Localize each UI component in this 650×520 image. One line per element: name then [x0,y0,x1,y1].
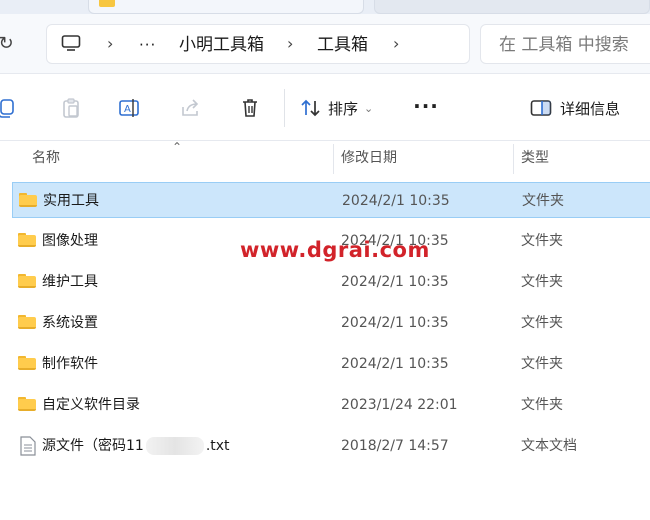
file-name: 系统设置 [42,315,98,331]
redacted-blur [145,437,204,455]
folder-icon [18,397,36,411]
details-pane-icon [530,100,552,116]
breadcrumb-item-toolbox[interactable]: 工具箱 [317,25,368,65]
file-type: 文件夹 [521,315,563,331]
file-date: 2024/2/1 10:35 [341,356,449,372]
file-date: 2024/2/1 10:35 [342,193,450,209]
text-file-icon [20,436,36,456]
file-name-prefix: 源文件（密码11 [42,438,144,454]
details-pane-button[interactable]: 详细信息 [530,93,620,123]
file-type: 文件夹 [521,233,563,249]
column-headers: ⌃ 名称 修改日期 类型 [0,140,650,174]
file-name: 实用工具 [43,193,99,209]
svg-text:A: A [124,104,131,115]
list-item[interactable]: 制作软件 2024/2/1 10:35 文件夹 [12,346,650,382]
column-divider[interactable] [333,144,334,174]
sort-label: 排序 [328,99,359,118]
sort-icon [301,99,320,117]
list-item[interactable]: 自定义软件目录 2023/1/24 22:01 文件夹 [12,387,650,423]
search-input[interactable]: 在 工具箱 中搜索 [480,24,650,64]
file-name: 制作软件 [42,356,98,372]
file-name: 源文件（密码11 .txt [42,428,230,464]
file-type: 文件夹 [522,193,564,209]
file-name: 图像处理 [42,233,98,249]
breadcrumb-overflow[interactable]: ··· [139,25,156,65]
file-name: 维护工具 [42,274,98,290]
computer-icon[interactable] [61,35,81,51]
command-divider [284,89,285,127]
sort-button[interactable]: 排序 ⌄ [300,93,373,123]
tab-strip [0,0,650,14]
list-item[interactable]: 系统设置 2024/2/1 10:35 文件夹 [12,305,650,341]
breadcrumb-item-xiaoming-toolbox[interactable]: 小明工具箱 [179,25,264,65]
share-icon[interactable] [177,95,203,121]
command-bar: A 排序 ⌄ ··· 详细信息 [0,75,650,141]
list-item[interactable]: 实用工具 2024/2/1 10:35 文件夹 [12,182,650,218]
folder-icon [18,274,36,288]
list-item[interactable]: 维护工具 2024/2/1 10:35 文件夹 [12,264,650,300]
list-item[interactable]: 源文件（密码11 .txt 2018/2/7 14:57 文本文档 [12,428,650,464]
file-date: 2023/1/24 22:01 [341,397,458,413]
file-date: 2024/2/1 10:35 [341,315,449,331]
file-name: 自定义软件目录 [42,397,140,413]
column-divider[interactable] [513,144,514,174]
folder-icon [99,0,115,7]
address-row: ↻ › ··· 小明工具箱 › 工具箱 › 在 工具箱 中搜索 [0,14,650,74]
copy-icon[interactable] [0,95,20,121]
folder-icon [18,356,36,370]
file-type: 文件夹 [521,397,563,413]
folder-icon [19,193,37,207]
file-type: 文件夹 [521,274,563,290]
file-extension: .txt [205,438,230,454]
file-date: 2018/2/7 14:57 [341,438,449,454]
watermark: www.dgrai.com [240,238,430,262]
tab-other[interactable] [374,0,650,14]
column-header-type[interactable]: 类型 [521,142,549,174]
chevron-down-icon: ⌄ [364,101,374,115]
more-options-button[interactable]: ··· [412,93,440,123]
tab-current[interactable] [88,0,364,14]
file-type: 文件夹 [521,356,563,372]
column-header-name[interactable]: 名称 [32,142,60,174]
paste-icon[interactable] [58,95,84,121]
chevron-right-icon[interactable]: › [393,25,399,65]
delete-icon[interactable] [237,95,263,121]
chevron-right-icon[interactable]: › [107,25,113,65]
folder-icon [18,315,36,329]
details-label: 详细信息 [560,99,621,118]
file-type: 文本文档 [521,438,577,454]
folder-icon [18,233,36,247]
column-header-modified[interactable]: 修改日期 [341,142,397,174]
file-date: 2024/2/1 10:35 [341,274,449,290]
rename-icon[interactable]: A [117,95,143,121]
address-bar[interactable]: › ··· 小明工具箱 › 工具箱 › [46,24,470,64]
sort-ascending-icon: ⌃ [172,140,183,154]
refresh-icon[interactable]: ↻ [0,32,18,56]
chevron-right-icon[interactable]: › [287,25,293,65]
